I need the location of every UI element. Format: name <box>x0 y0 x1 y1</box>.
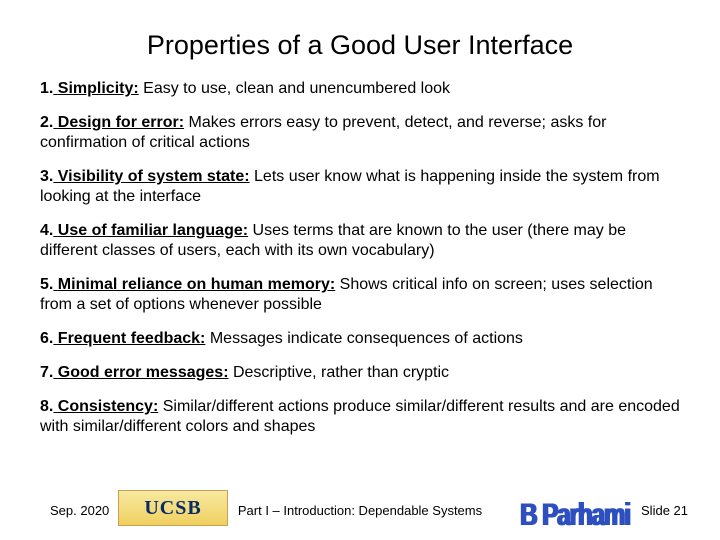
list-item: 5. Minimal reliance on human memory: Sho… <box>40 275 680 315</box>
item-label: Good error messages: <box>58 364 229 381</box>
slide-title: Properties of a Good User Interface <box>40 30 680 61</box>
item-text: Messages indicate consequences of action… <box>205 330 523 347</box>
item-label: Frequent feedback: <box>58 330 206 347</box>
item-number: 1. <box>40 79 53 99</box>
item-text: Descriptive, rather than cryptic <box>229 364 450 381</box>
item-label: Design for error: <box>58 114 184 131</box>
item-number: 5. <box>40 275 53 295</box>
item-number: 3. <box>40 167 53 187</box>
list-item: 6. Frequent feedback: Messages indicate … <box>40 329 680 349</box>
author-signature: B Parhami <box>520 498 630 534</box>
item-label: Visibility of system state: <box>58 168 250 185</box>
item-label: Minimal reliance on human memory: <box>58 276 335 293</box>
item-label: Simplicity: <box>58 80 139 97</box>
item-label: Use of familiar language: <box>58 222 248 239</box>
list-item: 4. Use of familiar language: Uses terms … <box>40 221 680 261</box>
list-item: 7. Good error messages: Descriptive, rat… <box>40 363 680 383</box>
list-item: 8. Consistency: Similar/different action… <box>40 397 680 437</box>
list-item: 1. Simplicity: Easy to use, clean and un… <box>40 79 680 99</box>
item-number: 8. <box>40 397 53 417</box>
slide: Properties of a Good User Interface 1. S… <box>0 0 720 540</box>
item-label: Consistency: <box>58 398 158 415</box>
slide-number: Slide 21 <box>641 503 688 518</box>
item-number: 6. <box>40 329 53 349</box>
item-number: 4. <box>40 221 53 241</box>
list-item: 2. Design for error: Makes errors easy t… <box>40 113 680 153</box>
item-number: 7. <box>40 363 53 383</box>
footer: Sep. 2020 UCSB Part I – Introduction: De… <box>0 488 720 528</box>
item-number: 2. <box>40 113 53 133</box>
list-item: 3. Visibility of system state: Lets user… <box>40 167 680 207</box>
item-text: Easy to use, clean and unencumbered look <box>139 80 450 97</box>
